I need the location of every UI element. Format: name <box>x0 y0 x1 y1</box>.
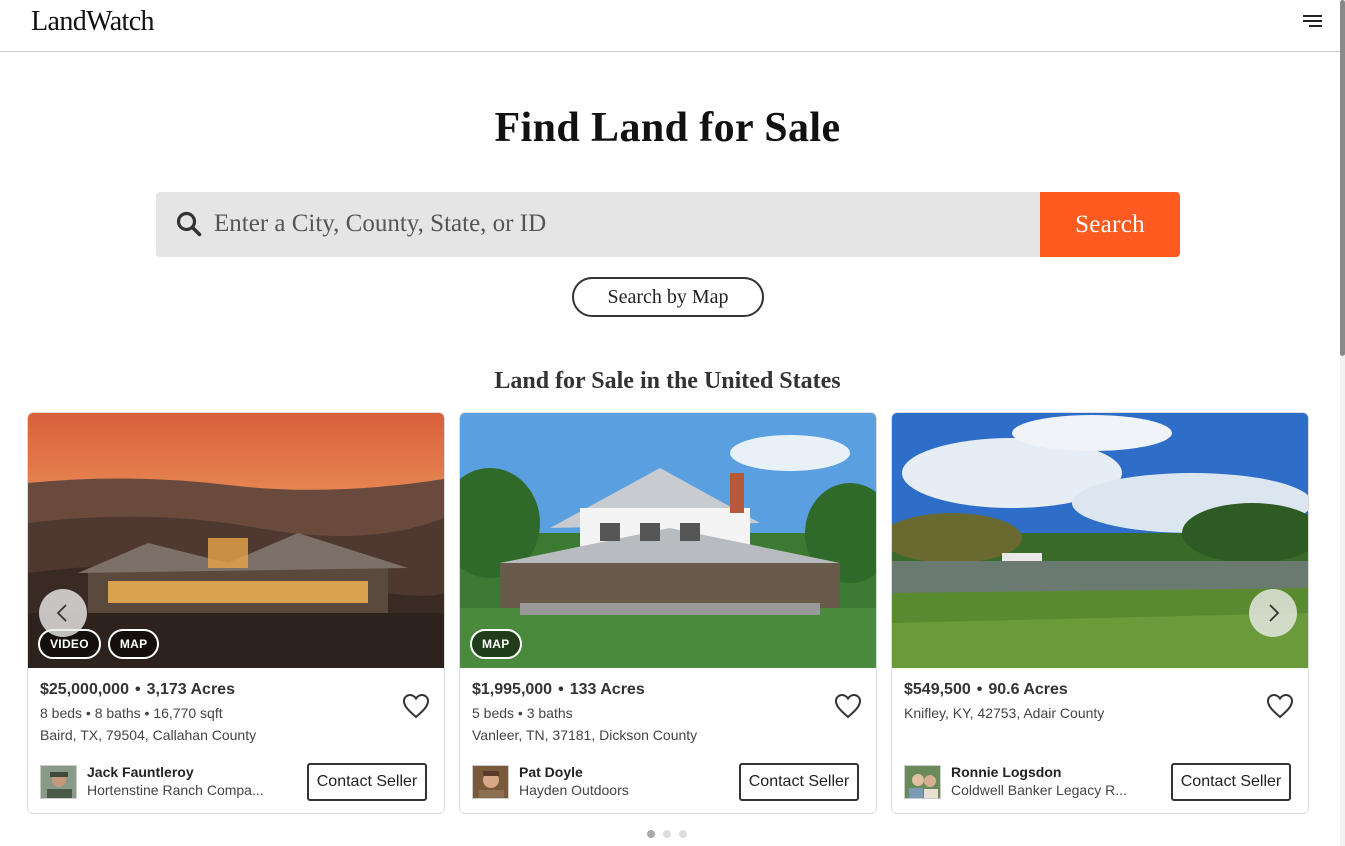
agent-company: Coldwell Banker Legacy R... <box>951 782 1127 798</box>
agent-avatar <box>40 765 77 799</box>
listing-photo[interactable] <box>460 413 876 668</box>
listing-price-acres: $549,500 • 90.6 Acres <box>904 681 1068 698</box>
hamburger-menu-icon[interactable] <box>1299 12 1325 30</box>
listing-location: Knifley, KY, 42753, Adair County <box>904 705 1105 721</box>
agent-name: Jack Fauntleroy <box>87 764 194 780</box>
search-bar <box>156 192 1040 257</box>
listing-card[interactable]: VIDEO MAP $25,000,000 • 3,173 Acres 8 beds… <box>27 412 445 814</box>
search-icon <box>176 211 202 237</box>
badge-group: MAP <box>470 629 522 659</box>
listing-acres: 90.6 Acres <box>988 681 1068 698</box>
listing-card[interactable]: $549,500 • 90.6 Acres Knifley, KY, 42753, … <box>891 412 1309 814</box>
listing-card[interactable]: MAP $1,995,000 • 133 Acres 5 beds • 3 bath… <box>459 412 877 814</box>
carousel-dot[interactable] <box>679 830 687 838</box>
favorite-heart-icon[interactable] <box>834 693 862 719</box>
carousel-next-button[interactable] <box>1249 589 1297 637</box>
site-header: LandWatch <box>0 0 1340 52</box>
listing-photo[interactable] <box>892 413 1308 668</box>
contact-seller-button[interactable]: Contact Seller <box>739 763 859 801</box>
listing-acres: 3,173 Acres <box>146 681 235 698</box>
agent-avatar <box>472 765 509 799</box>
search-button[interactable]: Search <box>1040 192 1180 257</box>
map-badge[interactable]: MAP <box>107 629 160 659</box>
carousel-prev-button[interactable] <box>39 589 87 637</box>
chevron-left-icon <box>56 604 67 622</box>
contact-seller-button[interactable]: Contact Seller <box>307 763 427 801</box>
listing-price-acres: $1,995,000 • 133 Acres <box>472 681 645 698</box>
agent-avatar <box>904 765 941 799</box>
map-badge[interactable]: MAP <box>470 629 522 659</box>
agent-name: Ronnie Logsdon <box>951 764 1062 780</box>
listing-acres: 133 Acres <box>569 681 645 698</box>
scrollbar-thumb[interactable] <box>1340 0 1345 356</box>
listing-location: Baird, TX, 79504, Callahan County <box>40 727 257 743</box>
listing-price: $25,000,000 <box>40 681 129 698</box>
listing-details: 5 beds • 3 baths <box>472 705 573 721</box>
agent-company: Hortenstine Ranch Compa... <box>87 782 264 798</box>
listing-price: $549,500 <box>904 681 971 698</box>
carousel-dot[interactable] <box>663 830 671 838</box>
page-title: Find Land for Sale <box>494 105 841 151</box>
listing-price: $1,995,000 <box>472 681 553 698</box>
agent-name: Pat Doyle <box>519 764 583 780</box>
landwatch-logo[interactable]: LandWatch <box>31 6 155 38</box>
section-title: Land for Sale in the United States <box>494 368 841 394</box>
contact-seller-button[interactable]: Contact Seller <box>1171 763 1291 801</box>
listing-location: Vanleer, TN, 37181, Dickson County <box>472 727 698 743</box>
chevron-right-icon <box>1269 604 1280 622</box>
favorite-heart-icon[interactable] <box>402 693 430 719</box>
listing-price-acres: $25,000,000 • 3,173 Acres <box>40 681 235 698</box>
search-by-map-button[interactable]: Search by Map <box>572 277 764 317</box>
carousel-dot[interactable] <box>647 830 655 838</box>
listing-details: 8 beds • 8 baths • 16,770 sqft <box>40 705 223 721</box>
search-input[interactable] <box>214 200 1024 248</box>
favorite-heart-icon[interactable] <box>1266 693 1294 719</box>
carousel-pagination <box>647 830 687 838</box>
agent-company: Hayden Outdoors <box>519 782 629 798</box>
